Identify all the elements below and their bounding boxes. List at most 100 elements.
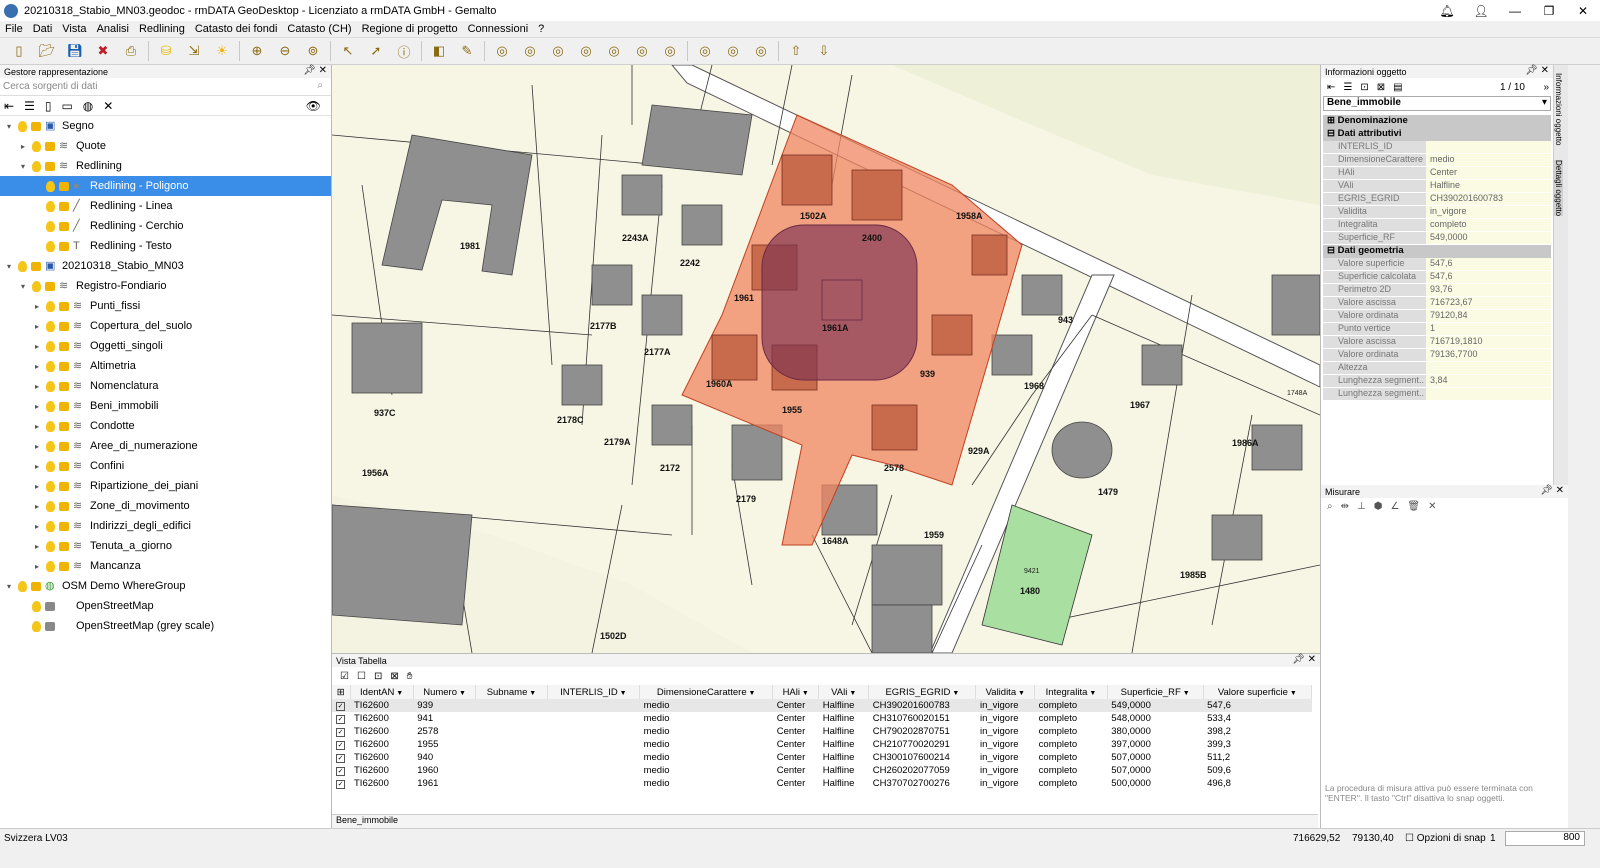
lock-icon[interactable] xyxy=(45,621,55,631)
select-icon[interactable]: ⊠ xyxy=(1377,82,1385,93)
expand-icon[interactable]: ▾ xyxy=(4,122,14,131)
expand-icon[interactable]: ▸ xyxy=(32,442,42,451)
menu-connessioni[interactable]: Connessioni xyxy=(463,23,534,35)
filter-icon[interactable]: ▼ xyxy=(847,690,856,697)
visibility-bulb-icon[interactable] xyxy=(46,540,55,552)
table-row[interactable]: ✓ TI62600 1960 medio Center Halfline CH2602020… xyxy=(332,764,1312,777)
visibility-bulb-icon[interactable] xyxy=(46,380,55,392)
snap-options-button[interactable]: ☐ Opzioni di snap xyxy=(1405,833,1486,844)
lock-icon[interactable] xyxy=(31,581,41,591)
zoom-extent-icon[interactable]: ⊚ xyxy=(302,40,324,62)
lock-icon[interactable] xyxy=(45,601,55,611)
tree-item-altimetria[interactable]: ▸ ≋ Altimetria xyxy=(0,356,331,376)
snap-3-icon[interactable]: ◎ xyxy=(750,40,772,62)
row-checkbox[interactable]: ✓ xyxy=(336,767,345,776)
collapse-icon[interactable]: ⇤ xyxy=(4,99,14,113)
filter-icon[interactable]: ▼ xyxy=(618,690,627,697)
column-header[interactable]: VAli ▼ xyxy=(818,685,870,699)
tab-info-oggetto[interactable]: Informazioni oggetto xyxy=(1554,73,1563,146)
visibility-bulb-icon[interactable] xyxy=(46,500,55,512)
tree-item-redlining-linea[interactable]: ╱ Redlining - Linea xyxy=(0,196,331,216)
expand-icon[interactable]: ▸ xyxy=(32,542,42,551)
lock-icon[interactable] xyxy=(59,241,69,251)
row-checkbox[interactable]: ✓ xyxy=(336,715,345,724)
new-icon[interactable]: ▯ xyxy=(8,40,30,62)
lock-icon[interactable] xyxy=(59,561,69,571)
row-checkbox[interactable]: ✓ xyxy=(336,741,345,750)
visibility-bulb-icon[interactable] xyxy=(46,480,55,492)
check-icon[interactable]: ☑ xyxy=(340,671,349,682)
column-header[interactable]: Subname ▼ xyxy=(475,685,548,699)
measure-3-icon[interactable]: ◎ xyxy=(547,40,569,62)
filter-icon[interactable]: ▼ xyxy=(1288,690,1297,697)
lock-icon[interactable] xyxy=(59,421,69,431)
expand-icon[interactable]: ▸ xyxy=(32,402,42,411)
property-row[interactable]: Superficie calcolata 547,6 xyxy=(1323,271,1551,284)
search-input[interactable]: Cerca sorgenti di dati ⌕ xyxy=(0,78,331,96)
tree-item-aree-di-numerazione[interactable]: ▸ ≋ Aree_di_numerazione xyxy=(0,436,331,456)
maximize-button[interactable]: ❐ xyxy=(1532,4,1566,18)
measure-area-icon[interactable]: ⬢ xyxy=(1374,501,1383,512)
measure-6-icon[interactable]: ◎ xyxy=(631,40,653,62)
visibility-bulb-icon[interactable] xyxy=(32,600,41,612)
visibility-bulb-icon[interactable] xyxy=(46,320,55,332)
table-row[interactable]: ✓ TI62600 941 medio Center Halfline CH31076002… xyxy=(332,712,1312,725)
menu-regione-progetto[interactable]: Regione di progetto xyxy=(357,23,463,35)
measure-1-icon[interactable]: ◎ xyxy=(491,40,513,62)
menu-help[interactable]: ? xyxy=(533,23,549,35)
lock-icon[interactable] xyxy=(59,361,69,371)
menu-catasto-fondi[interactable]: Catasto dei fondi xyxy=(190,23,283,35)
tree-item-registro-fondiario[interactable]: ▾ ≋ Registro-Fondiario xyxy=(0,276,331,296)
sun-icon[interactable]: ☀ xyxy=(211,40,233,62)
filter-icon[interactable]: ▼ xyxy=(1181,690,1190,697)
tree-item-openstreetmap[interactable]: OpenStreetMap xyxy=(0,596,331,616)
property-row[interactable]: Punto vertice 1 xyxy=(1323,323,1551,336)
measure-angle-icon[interactable]: ∠ xyxy=(1390,501,1399,512)
visibility-bulb-icon[interactable] xyxy=(46,240,55,252)
zoom-to-icon[interactable]: ⊡ xyxy=(374,671,382,682)
column-header[interactable]: Validita ▼ xyxy=(975,685,1036,699)
lock-icon[interactable] xyxy=(45,281,55,291)
map-view[interactable]: 1981 2243A 2242 2177B 2177A 937C 2178C 2… xyxy=(332,65,1320,653)
tree-item-confini[interactable]: ▸ ≋ Confini xyxy=(0,456,331,476)
filter-icon[interactable]: ▼ xyxy=(800,690,809,697)
next-icon[interactable]: » xyxy=(1543,82,1549,93)
print-icon[interactable]: ⎙ xyxy=(120,40,142,62)
globe-icon[interactable]: ◍ xyxy=(83,99,93,113)
property-row[interactable]: VAli Halfline xyxy=(1323,180,1551,193)
tree-item-osm-demo-wheregroup[interactable]: ▾ ◍ OSM Demo WhereGroup xyxy=(0,576,331,596)
pointer-icon[interactable]: ➚ xyxy=(365,40,387,62)
property-section[interactable]: ⊞ Denominazione xyxy=(1323,115,1551,128)
close-icon[interactable]: 📌︎ ✕ xyxy=(1292,654,1316,665)
property-row[interactable]: HAli Center xyxy=(1323,167,1551,180)
property-row[interactable]: Validita in_vigore xyxy=(1323,206,1551,219)
trash-icon[interactable]: 🗑︎ xyxy=(1407,501,1420,512)
expand-icon[interactable]: ▸ xyxy=(32,322,42,331)
column-header[interactable]: INTERLIS_ID ▼ xyxy=(547,685,641,699)
delete-icon[interactable]: ✖ xyxy=(92,40,114,62)
tree-item-beni-immobili[interactable]: ▸ ≋ Beni_immobili xyxy=(0,396,331,416)
menu-catasto-ch[interactable]: Catasto (CH) xyxy=(282,23,356,35)
property-row[interactable]: Valore ascissa 716723,67 xyxy=(1323,297,1551,310)
tree-item-indirizzi-degli-edifici[interactable]: ▸ ≋ Indirizzi_degli_edifici xyxy=(0,516,331,536)
visibility-bulb-icon[interactable] xyxy=(46,200,55,212)
close-icon[interactable]: 📌︎ ✕ xyxy=(303,65,327,76)
filter-icon[interactable]: ▼ xyxy=(747,690,756,697)
save-icon[interactable]: 💾︎ xyxy=(64,40,86,62)
lock-icon[interactable] xyxy=(59,521,69,531)
filter-icon[interactable]: ▼ xyxy=(950,690,959,697)
property-row[interactable]: Valore ordinata 79136,7700 xyxy=(1323,349,1551,362)
expand-icon[interactable]: ▸ xyxy=(32,382,42,391)
visibility-bulb-icon[interactable] xyxy=(46,300,55,312)
property-row[interactable]: Integralita completo xyxy=(1323,219,1551,232)
folder-icon[interactable]: ▭ xyxy=(61,99,72,113)
row-checkbox[interactable]: ✓ xyxy=(336,780,345,789)
remove-icon[interactable]: ✕ xyxy=(103,99,113,113)
tree-item-redlining-poligono[interactable]: ● Redlining - Poligono xyxy=(0,176,331,196)
column-header[interactable]: EGRIS_EGRID ▼ xyxy=(868,685,977,699)
import-icon[interactable]: ⇲ xyxy=(183,40,205,62)
tree-item-redlining-cerchio[interactable]: ╱ Redlining - Cerchio xyxy=(0,216,331,236)
filter-icon[interactable]: ▼ xyxy=(457,690,466,697)
lock-icon[interactable] xyxy=(45,141,55,151)
property-section[interactable]: ⊟ Dati geometria xyxy=(1323,245,1551,258)
